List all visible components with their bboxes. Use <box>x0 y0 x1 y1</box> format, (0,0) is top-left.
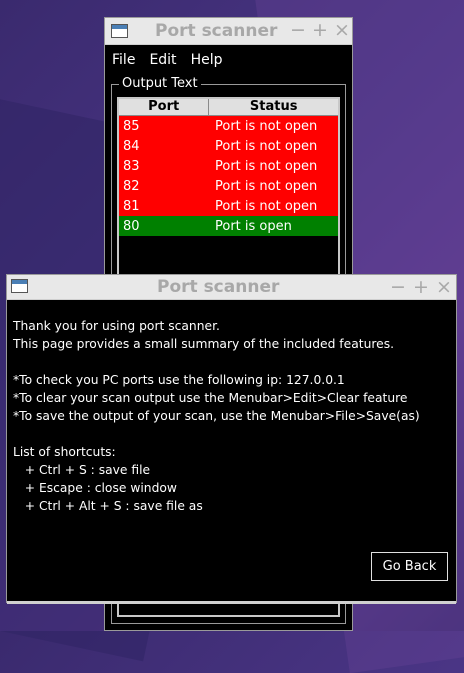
help-line: This page provides a small summary of th… <box>13 337 395 351</box>
help-line: *To check you PC ports use the following… <box>13 373 345 387</box>
help-window: Port scanner − + × Thank you for using p… <box>6 274 457 604</box>
maximize-icon[interactable]: + <box>413 276 429 298</box>
port-cell: 85 <box>123 118 140 134</box>
table-row[interactable]: 80 Port is open <box>119 216 338 236</box>
help-line: List of shortcuts: <box>13 445 116 459</box>
app-window-icon <box>11 279 28 293</box>
main-window-titlebar[interactable]: Port scanner − + × <box>105 18 352 45</box>
table-row[interactable]: 81 Port is not open <box>119 196 338 216</box>
help-line: *To clear your scan output use the Menub… <box>13 391 408 405</box>
status-cell: Port is not open <box>215 138 318 154</box>
maximize-icon[interactable]: + <box>312 19 328 41</box>
table-body: 85 Port is not open 84 Port is not open 83 Po… <box>119 116 338 236</box>
column-header-port[interactable]: Port <box>119 99 210 115</box>
menubar: File Edit Help <box>105 45 352 75</box>
table-row[interactable]: 82 Port is not open <box>119 176 338 196</box>
status-cell: Port is not open <box>215 198 318 214</box>
minimize-icon[interactable]: − <box>290 19 306 41</box>
port-cell: 80 <box>123 218 140 234</box>
help-line: + Escape : close window <box>13 481 177 495</box>
app-window-icon <box>111 24 128 38</box>
go-back-button[interactable]: Go Back <box>371 552 448 581</box>
port-cell: 82 <box>123 178 140 194</box>
status-cell: Port is not open <box>215 158 318 174</box>
help-text: Thank you for using port scanner. This pa… <box>13 317 420 515</box>
port-cell: 84 <box>123 138 140 154</box>
window-title: Port scanner <box>155 21 278 41</box>
minimize-icon[interactable]: − <box>390 276 406 298</box>
close-icon[interactable]: × <box>436 276 452 298</box>
help-window-titlebar[interactable]: Port scanner − + × <box>7 275 456 300</box>
status-cell: Port is open <box>215 218 292 234</box>
menu-help[interactable]: Help <box>191 52 223 68</box>
table-row[interactable]: 83 Port is not open <box>119 156 338 176</box>
help-line: + Ctrl + Alt + S : save file as <box>13 499 203 513</box>
menu-edit[interactable]: Edit <box>149 52 176 68</box>
table-header: Port Status <box>119 99 338 116</box>
window-title: Port scanner <box>157 277 280 297</box>
status-cell: Port is not open <box>215 178 318 194</box>
window-border <box>7 601 456 604</box>
help-line: Thank you for using port scanner. <box>13 319 220 333</box>
close-icon[interactable]: × <box>334 19 350 41</box>
menu-file[interactable]: File <box>112 52 135 68</box>
port-cell: 83 <box>123 158 140 174</box>
column-header-status[interactable]: Status <box>209 99 338 115</box>
output-text-label: Output Text <box>119 76 201 91</box>
help-line: *To save the output of your scan, use th… <box>13 409 420 423</box>
status-cell: Port is not open <box>215 118 318 134</box>
table-row[interactable]: 85 Port is not open <box>119 116 338 136</box>
table-row[interactable]: 84 Port is not open <box>119 136 338 156</box>
port-cell: 81 <box>123 198 140 214</box>
help-line: + Ctrl + S : save file <box>13 463 151 477</box>
